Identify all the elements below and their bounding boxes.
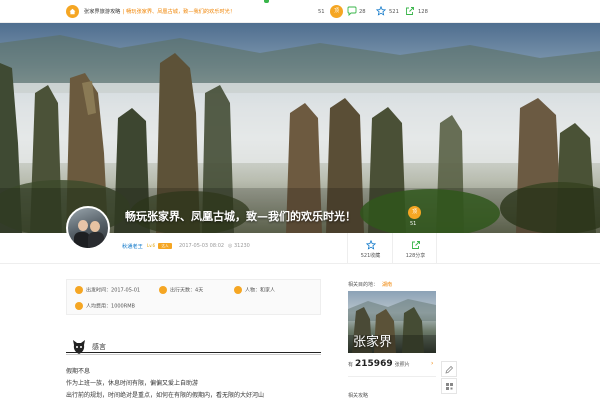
view-count-value: 31230 (233, 243, 250, 249)
favorite-button[interactable]: 521收藏 (347, 233, 392, 263)
photos-suffix: 张照片 (394, 362, 410, 368)
destination-photo-count: 有 215969 张照片 (348, 359, 410, 369)
hero-banner: 畅玩张家界、凤凰古城，致—我们的欢乐时光！ 顶 51 (0, 23, 600, 233)
qrcode-button[interactable] (441, 378, 457, 394)
share-button[interactable]: 128分享 (392, 233, 437, 263)
days-value: 4天 (195, 287, 204, 294)
related-guides-title: 相关攻略 (348, 393, 369, 399)
section-title: 感言 (92, 343, 106, 351)
author-level: Lv.6 (147, 243, 156, 248)
trip-people: 人物：和家人 (234, 286, 275, 294)
clock-icon (75, 286, 83, 294)
avatar[interactable] (66, 206, 110, 250)
hero-landscape-image (0, 35, 600, 233)
share-count: 128 (418, 9, 428, 15)
hero-zan-count: 51 (410, 221, 417, 227)
trip-days: 出行天数：4天 (159, 286, 203, 294)
cost-value: 1000RMB (111, 303, 135, 310)
trip-cost: 人均费用：1000RMB (75, 302, 135, 310)
people-label: 人物： (245, 287, 261, 294)
page-title: 畅玩张家界、凤凰古城，致—我们的欢乐时光！ (125, 210, 356, 223)
cost-label: 人均费用： (86, 303, 112, 310)
hero-zan-button[interactable]: 顶 (408, 206, 421, 219)
zan-button[interactable]: 顶 (330, 5, 343, 18)
author-badge: 达人 (158, 243, 172, 249)
depart-value: 2017-05-01 (111, 287, 141, 294)
status-indicator (264, 0, 269, 3)
people-value: 和家人 (260, 287, 276, 294)
comment-count: 28 (359, 9, 366, 15)
share-icon (412, 241, 420, 249)
calendar-icon (159, 286, 167, 294)
breadcrumb-current: 畅玩张家界、凤凰古城，致—我们的欢乐时光！ (126, 9, 236, 15)
zan-count: 51 (318, 9, 325, 15)
author-name[interactable]: 秋通老王 (122, 243, 143, 250)
top-bar: 张家界旅游攻略 | 畅玩张家界、凤凰古城，致—我们的欢乐时光！ 51 顶 28 52… (0, 0, 600, 23)
related-keyword[interactable]: 湖南 (382, 282, 392, 288)
chevron-right-icon[interactable]: › (431, 360, 433, 367)
depart-label: 出发时间： (86, 287, 112, 294)
photos-prefix: 有 (348, 362, 354, 368)
comment-icon[interactable] (347, 6, 357, 16)
divider (0, 263, 600, 264)
section-divider (66, 352, 321, 353)
body-line-3: 出行前的规划，时间绝对是重点，如何在有限的假期内，看无限的大好河山 (66, 392, 265, 399)
section-divider-thin (66, 354, 321, 355)
publish-time: 2017-05-03 08:02 (179, 243, 225, 249)
depart-time: 出发时间：2017-05-01 (75, 286, 140, 294)
favorite-count: 521 (389, 9, 399, 15)
qrcode-icon (446, 383, 453, 390)
share-icon[interactable] (405, 6, 415, 16)
destination-name[interactable]: 张家界 (353, 331, 392, 350)
pencil-icon (445, 365, 454, 374)
home-icon[interactable] (66, 5, 79, 18)
body-line-1: 假期不息 (66, 368, 91, 375)
breadcrumb-separator: | (122, 9, 125, 15)
sidebar-divider (348, 376, 436, 377)
days-label: 出行天数： (170, 287, 196, 294)
breadcrumb-home[interactable]: 张家界旅游攻略 (84, 9, 120, 15)
share-label: 128分享 (405, 253, 426, 259)
trip-info-box: 出发时间：2017-05-01 出行天数：4天 人物：和家人 人均费用：1000… (66, 279, 321, 315)
person-icon (234, 286, 242, 294)
related-label: 相关目的地： (348, 282, 379, 288)
money-icon (75, 302, 83, 310)
photos-count: 215969 (355, 359, 393, 369)
star-icon (366, 240, 376, 250)
star-icon[interactable] (376, 6, 386, 16)
view-count: ◎ 31230 (228, 243, 250, 249)
related-destinations-title: 相关目的地： 湖南 (348, 281, 392, 288)
favorite-label: 521收藏 (360, 253, 381, 259)
breadcrumb: 张家界旅游攻略 | 畅玩张家界、凤凰古城，致—我们的欢乐时光！ (84, 8, 235, 15)
edit-button[interactable] (441, 361, 457, 377)
body-line-2: 作为上班一族，休息时间有限，偏偏又爱上自助游 (66, 380, 199, 387)
